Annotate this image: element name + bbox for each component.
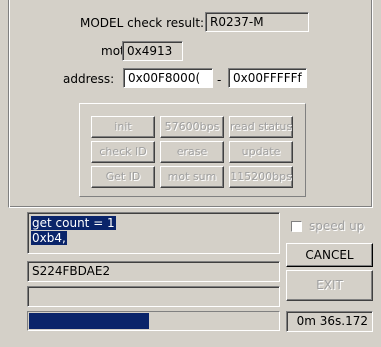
update-button[interactable]: update [229,141,293,163]
speed-up-label: speed up [309,219,365,233]
log-line: get count = 1 [31,216,116,230]
address-start-input[interactable]: 0x00F8000( [123,68,213,88]
check-id-button[interactable]: check ID [91,141,155,163]
get-id-button[interactable]: Get ID [91,166,155,188]
log-output[interactable]: get count = 1 0xb4, [27,212,280,254]
read-status-button[interactable]: read status [229,116,293,138]
init-button[interactable]: init [91,116,155,138]
model-result-field: R0237-M [205,12,309,32]
mot-sum-button[interactable]: mot sum [160,166,224,188]
address-end-input[interactable]: 0x00FFFFFf [228,68,307,88]
address-separator: - [217,73,222,87]
speed-up-checkbox[interactable] [291,221,302,232]
serial-field: S224FBDAE2 [27,261,280,282]
progress-fill [29,313,149,329]
erase-button[interactable]: erase [160,141,224,163]
app-window: MODEL check result: R0237-M mot 0x4913 a… [0,0,381,347]
cancel-button[interactable]: CANCEL [286,243,373,267]
exit-button[interactable]: EXIT [286,270,373,301]
address-label: address: [63,72,115,86]
elapsed-time-field: 0m 36s.172 [286,311,373,332]
baud-57600-button[interactable]: 57600bps [160,116,224,138]
progress-bar [27,311,280,331]
command-button-panel: init 57600bps read status check ID erase… [79,103,306,197]
mot-field: 0x4913 [122,41,183,61]
status-field [27,286,280,307]
log-line: 0xb4, [31,231,67,245]
model-label: MODEL check result: [80,16,205,30]
baud-115200-button[interactable]: 115200bps [229,166,293,188]
